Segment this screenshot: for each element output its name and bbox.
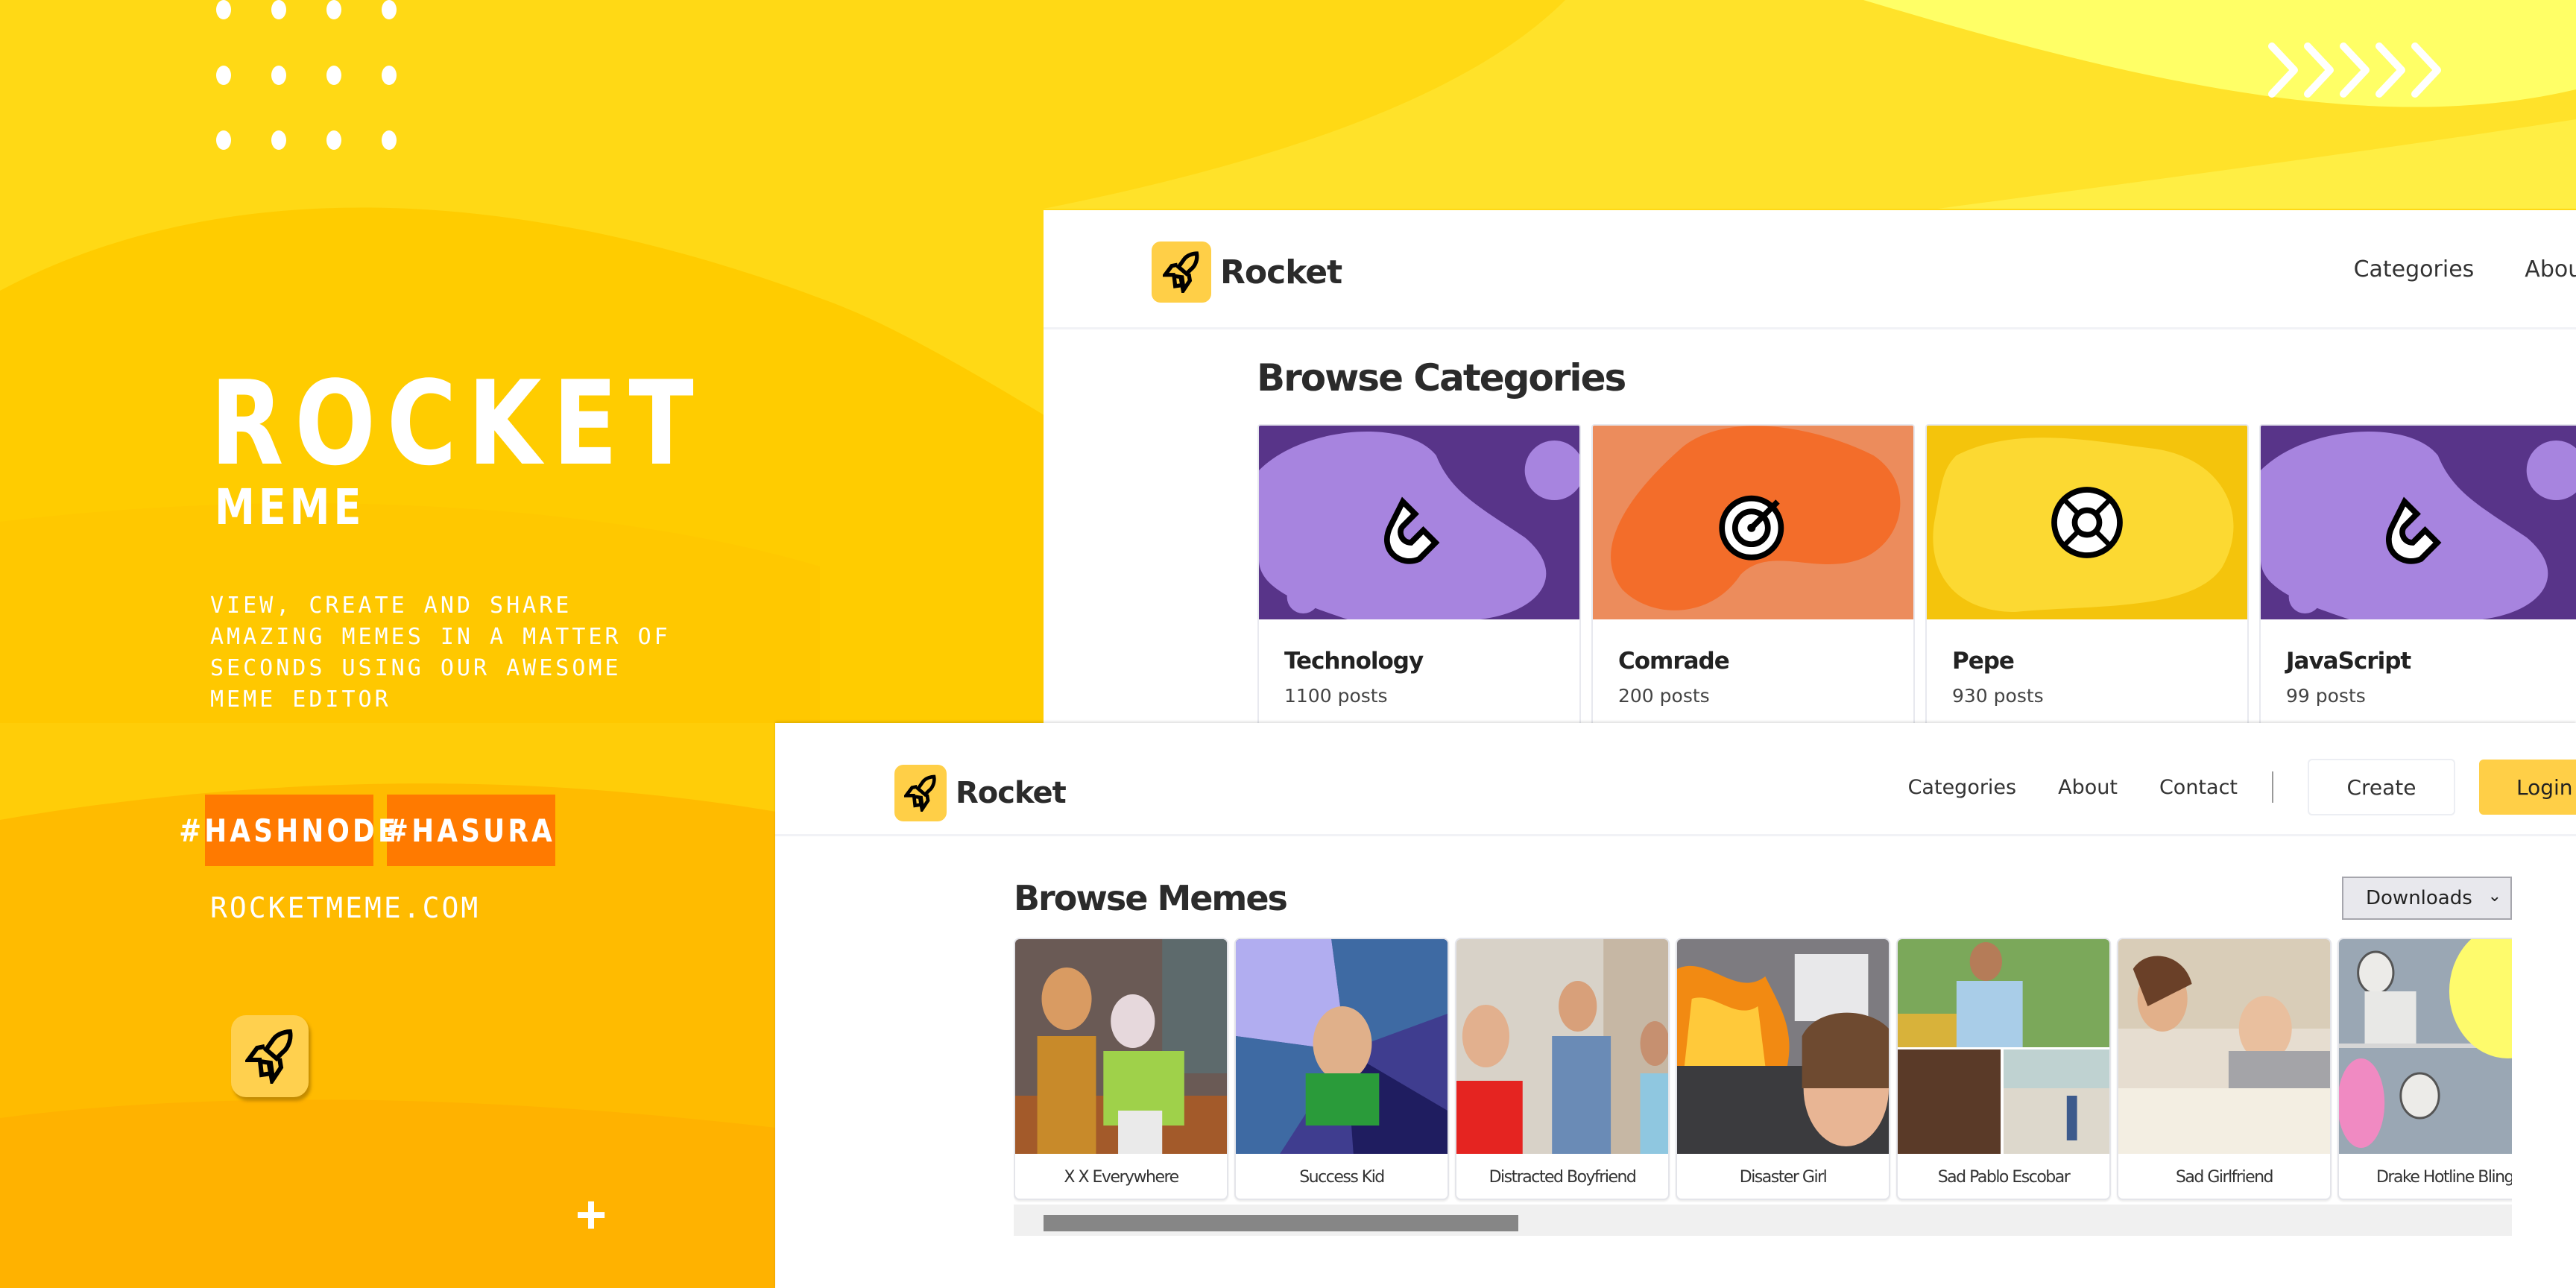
meme-card[interactable]: X X Everywhere: [1014, 938, 1228, 1200]
nav-categories[interactable]: Categories: [1908, 776, 2017, 799]
nav-about[interactable]: About: [2058, 776, 2118, 799]
meme-thumbnail: [2339, 939, 2512, 1154]
horizontal-scrollbar[interactable]: [1014, 1205, 2512, 1236]
section-title: Browse Memes: [1014, 878, 1288, 918]
category-name: JavaScript: [2286, 648, 2411, 675]
nav-about[interactable]: About: [2525, 256, 2576, 282]
meme-carousel[interactable]: X X Everywhere Success Kid Distracted Bo…: [1014, 938, 2512, 1208]
plus-icon: +: [575, 1185, 607, 1245]
sort-selected-value: Downloads: [2366, 887, 2472, 909]
category-count: 1100 posts: [1284, 685, 1388, 707]
meme-thumbnail: [1236, 939, 1448, 1154]
meme-thumbnail: [1015, 939, 1227, 1154]
category-image: [1593, 426, 1913, 619]
category-image: [1927, 426, 2247, 619]
chevron-right-icon: [2409, 42, 2445, 98]
meme-thumbnail: [1456, 939, 1668, 1154]
site-logo[interactable]: Rocket: [894, 765, 1067, 821]
sort-select[interactable]: Downloads ⌄: [2342, 877, 2512, 920]
hashtag-badge: #HASURA: [387, 795, 555, 866]
nav-contact[interactable]: Contact: [2159, 776, 2238, 799]
meme-thumbnail: [2118, 939, 2330, 1154]
category-name: Technology: [1284, 648, 1424, 675]
meme-title: Distracted Boyfriend: [1489, 1167, 1637, 1187]
meme-card[interactable]: Sad Girlfriend: [2117, 938, 2332, 1200]
meme-title: X X Everywhere: [1064, 1167, 1179, 1187]
poster-tagline: View, create and share amazing memes in …: [210, 593, 671, 713]
login-button[interactable]: Login: [2479, 760, 2576, 815]
navbar: Rocket Categories About: [1044, 210, 2576, 329]
category-image: [2261, 426, 2576, 619]
create-button[interactable]: Create: [2308, 759, 2455, 815]
hashtag-list: #HASHNODE #HASURA: [179, 795, 555, 866]
rocket-icon: [245, 1029, 293, 1084]
category-list: Technology 1100 posts Comrade 200 posts: [1257, 424, 2576, 724]
target-icon: [1719, 495, 1784, 561]
meme-thumbnail: [1898, 939, 2109, 1154]
lifebuoy-icon: [2051, 487, 2123, 558]
meme-card[interactable]: Disaster Girl: [1676, 938, 1890, 1200]
meme-title: Disaster Girl: [1739, 1167, 1828, 1187]
dot-grid-decoration: [216, 0, 410, 150]
hashtag-badge: #HASHNODE: [179, 795, 397, 866]
category-image: [1259, 426, 1579, 619]
meme-title: Drake Hotline Bling: [2375, 1167, 2512, 1187]
poster-title: ROCKET: [210, 356, 705, 491]
meme-list: X X Everywhere Success Kid Distracted Bo…: [1014, 938, 2512, 1200]
category-count: 200 posts: [1618, 685, 1710, 707]
meme-title: Success Kid: [1299, 1167, 1385, 1187]
meme-title: Sad Pablo Escobar: [1937, 1167, 2071, 1187]
scrollbar-thumb[interactable]: [1044, 1215, 1518, 1231]
meme-card[interactable]: Distracted Boyfriend: [1455, 938, 1670, 1200]
rocket-logo-icon: [1152, 242, 1211, 303]
category-count: 930 posts: [1952, 685, 2044, 707]
poster-subtitle: MEME: [215, 479, 365, 536]
category-card[interactable]: Comrade 200 posts: [1591, 424, 1915, 724]
meme-card[interactable]: Drake Hotline Bling: [2337, 938, 2512, 1200]
meme-card[interactable]: Sad Pablo Escobar: [1896, 938, 2111, 1200]
rocket-logo-icon: [894, 765, 947, 821]
app-logo: [231, 1015, 309, 1097]
category-card[interactable]: JavaScript 99 posts: [2259, 424, 2576, 724]
nav-links: Categories About Contact Create Login: [1908, 759, 2576, 815]
magnet-icon: [1384, 496, 1440, 564]
brand-name: Rocket: [956, 776, 1067, 810]
chevron-down-icon: ⌄: [2487, 887, 2501, 906]
meme-thumbnail: [1677, 939, 1889, 1154]
section-title: Browse Categories: [1257, 356, 1626, 400]
chevron-right-icon: [2302, 42, 2337, 98]
site-logo[interactable]: Rocket: [1152, 242, 1342, 303]
nav-categories[interactable]: Categories: [2354, 256, 2475, 282]
chevron-right-icon: [2266, 42, 2302, 98]
magnet-icon: [2386, 496, 2442, 564]
brand-name: Rocket: [1220, 253, 1342, 291]
category-count: 99 posts: [2286, 685, 2366, 707]
nav-links: Categories About: [2354, 256, 2576, 282]
category-card[interactable]: Technology 1100 posts: [1257, 424, 1581, 724]
nav-divider: [2272, 771, 2273, 803]
category-name: Comrade: [1618, 648, 1730, 675]
chevron-right-icon: [2337, 42, 2373, 98]
chevron-right-icon: [2373, 42, 2409, 98]
category-name: Pepe: [1952, 648, 2015, 675]
memes-browser-window: Rocket Categories About Contact Create L…: [775, 723, 2576, 1288]
category-card[interactable]: Pepe 930 posts: [1925, 424, 2249, 724]
navbar: Rocket Categories About Contact Create L…: [775, 723, 2576, 836]
chevrons-decoration: [2266, 42, 2445, 98]
categories-browser-window: Rocket Categories About Browse Categorie…: [1044, 210, 2576, 724]
meme-card[interactable]: Success Kid: [1234, 938, 1449, 1200]
site-url: ROCKETMEME.COM: [210, 891, 481, 924]
meme-title: Sad Girlfriend: [2175, 1167, 2274, 1187]
